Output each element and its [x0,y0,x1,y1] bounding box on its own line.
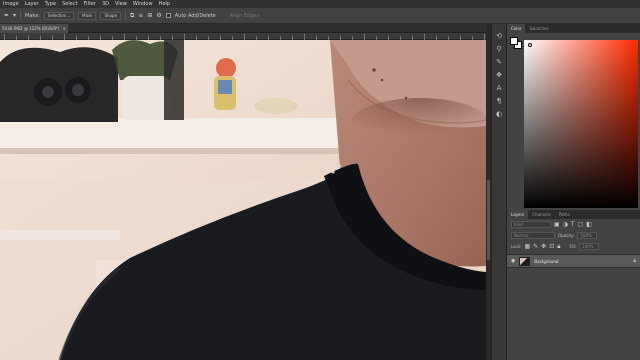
auto-add-delete-label: Auto Add/Delete [174,12,216,19]
make-label: Make: [25,12,40,19]
lock-artboard-icon[interactable]: ⊡ [549,243,554,250]
tab-swatches[interactable]: Swatches [525,24,552,33]
options-bar: ✒ ▾ Make: Selection... Mask Shape ⧉ ≡ ⊞ … [0,8,640,24]
menu-image[interactable]: Image [3,1,19,7]
tab-color[interactable]: Color [507,24,526,33]
shape-button[interactable]: Shape [100,11,121,20]
filter-smart-icon[interactable]: ◧ [586,221,592,228]
document-title: 5036.RW2 @ 122% (RGB/8*) [2,26,60,31]
menu-view[interactable]: View [115,1,127,7]
menu-filter[interactable]: Filter [84,1,96,7]
gear-icon[interactable]: ⚙ [156,12,161,19]
filter-shape-icon[interactable]: ▢ [578,221,584,228]
properties-icon[interactable]: ◐ [494,109,504,118]
tab-layers[interactable]: Layers [507,210,529,219]
fill-label: Fill: [569,244,577,249]
path-arrangement-icon[interactable]: ⊞ [147,12,152,19]
lock-position-icon[interactable]: ✥ [541,243,546,250]
photoshop-window: Image Layer Type Select Filter 3D View W… [0,0,640,360]
menu-3d[interactable]: 3D [102,1,109,7]
menu-window[interactable]: Window [133,1,153,7]
opacity-label: Opacity: [558,233,575,238]
close-icon[interactable]: × [63,24,66,33]
menu-type[interactable]: Type [45,1,56,7]
tab-channels[interactable]: Channels [528,210,555,219]
divider [20,11,22,20]
lock-row: Lock: ▦ ✎ ✥ ⊡ 🔒︎ Fill: 100% [507,241,640,252]
layers-panel-tabs: Layers Channels Paths [507,210,640,219]
lock-icon: 🔒︎ [633,258,636,264]
document-tab-bar: 5036.RW2 @ 122% (RGB/8*) × [0,24,486,33]
opacity-input[interactable]: 100% [577,232,598,239]
paragraph-icon[interactable]: ¶ [494,96,504,105]
horizontal-ruler [0,33,486,40]
menu-help[interactable]: Help [159,1,170,7]
lock-label: Lock: [511,244,522,249]
layers-panel: Layers Channels Paths Kind ▣ ◑ T ▢ ◧ Nor… [507,210,640,360]
blend-mode-select[interactable]: Normal [511,232,555,239]
brush-icon[interactable]: ✎ [494,57,504,66]
mask-button[interactable]: Mask [78,11,97,20]
color-panel [507,33,640,211]
blend-row: Normal Opacity: 100% [507,230,640,241]
layer-row-background[interactable]: ◉ Background 🔒︎ [507,254,640,268]
kind-filter-select[interactable]: Kind [511,221,551,228]
document-tab[interactable]: 5036.RW2 @ 122% (RGB/8*) × [0,24,68,33]
lock-all-icon[interactable]: 🔒︎ [557,243,560,251]
menu-bar: Image Layer Type Select Filter 3D View W… [0,0,640,8]
brush-settings-icon[interactable]: ❖ [494,70,504,79]
color-panel-tabs: Color Swatches [507,24,640,33]
menu-layer[interactable]: Layer [25,1,39,7]
document-canvas[interactable] [0,40,486,360]
align-edges-label: Align Edges [229,12,260,19]
canvas-photo [0,40,486,360]
filter-pixel-icon[interactable]: ▣ [554,221,560,228]
path-operations-icon[interactable]: ⧉ [130,12,134,20]
lock-pixels-icon[interactable]: ✎ [533,243,538,250]
layer-name[interactable]: Background [534,259,558,264]
auto-add-delete-checkbox[interactable] [165,13,171,18]
menu-select[interactable]: Select [62,1,77,7]
right-panel-dock: Color Swatches Layers Channels Paths Kin… [507,24,640,360]
pen-tool-icon[interactable]: ✒ [4,12,9,19]
filter-adjustment-icon[interactable]: ◑ [563,221,568,228]
scrollbar-thumb[interactable] [487,180,490,260]
color-picker-cursor[interactable] [528,43,532,47]
path-alignment-icon[interactable]: ≡ [138,12,143,19]
character-icon[interactable]: A [494,83,504,92]
eye-icon[interactable]: ◉ [511,258,515,264]
fill-input[interactable]: 100% [579,243,600,250]
panel-tool-strip: ⟲ ⚲ ✎ ❖ A ¶ ◐ [491,24,507,360]
foreground-color-swatch[interactable] [510,37,518,45]
filter-type-icon[interactable]: T [571,221,575,228]
adjustments-icon[interactable]: ⚲ [494,44,504,53]
selection-button[interactable]: Selection... [43,11,75,20]
chevron-down-icon[interactable]: ▾ [13,12,16,19]
layer-filter-row: Kind ▣ ◑ T ▢ ◧ [507,219,640,230]
tab-paths[interactable]: Paths [555,210,574,219]
history-icon[interactable]: ⟲ [494,31,504,40]
color-picker-field[interactable] [524,40,638,208]
divider [125,11,126,20]
layer-thumbnail [519,256,531,266]
lock-transparent-icon[interactable]: ▦ [524,243,530,250]
